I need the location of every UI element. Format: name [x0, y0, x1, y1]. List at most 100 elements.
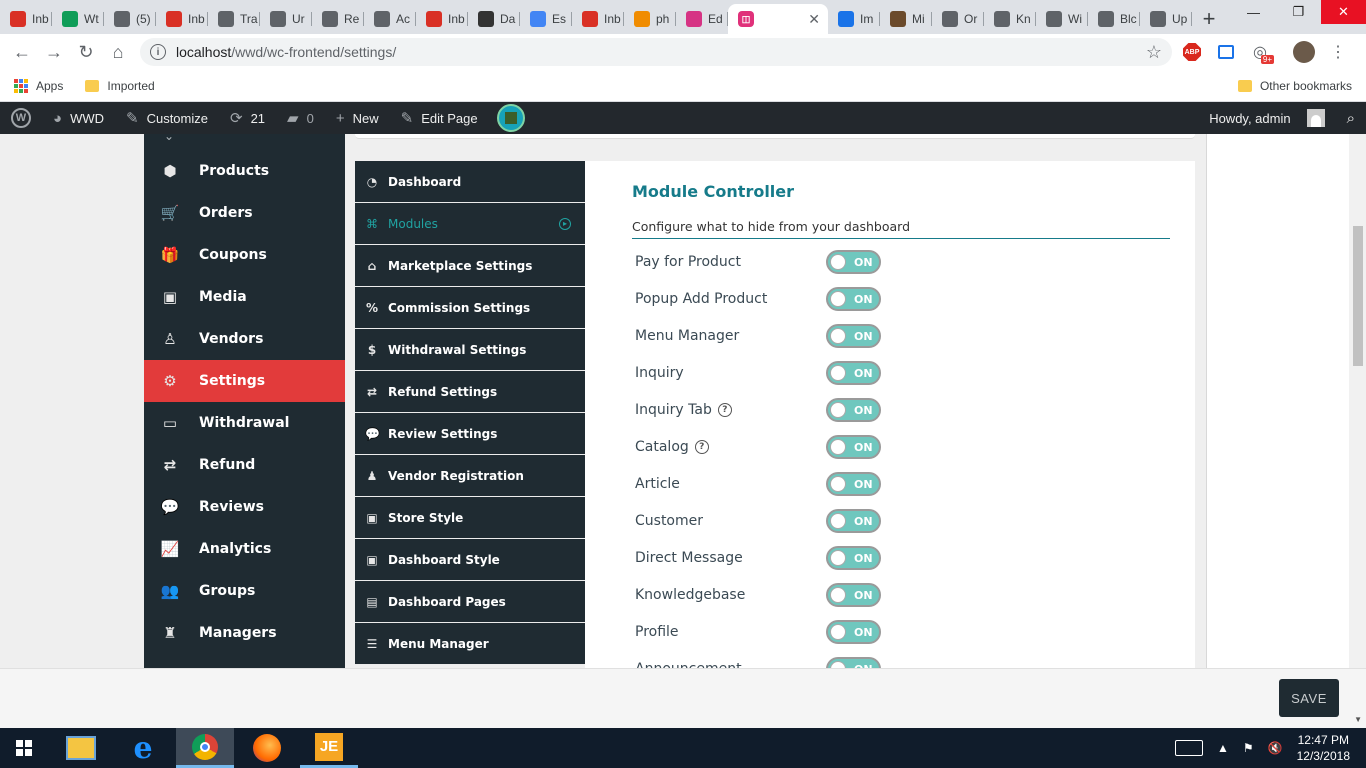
taskbar-file-explorer[interactable]: [52, 728, 110, 768]
tab-tabs-3[interactable]: Inb: [156, 4, 208, 34]
settings-menu-item-dashboard[interactable]: ◔ Dashboard: [355, 161, 585, 203]
close-window-button[interactable]: ✕: [1321, 0, 1366, 24]
save-button[interactable]: SAVE: [1279, 679, 1339, 717]
tab-tabs-6[interactable]: Re: [312, 4, 364, 34]
tab-tabs-2[interactable]: (5): [104, 4, 156, 34]
tab-tabs_after-5[interactable]: Blc: [1088, 4, 1140, 34]
start-button[interactable]: [0, 728, 48, 768]
sidebar-item-vendors[interactable]: ♙ Vendors: [144, 318, 345, 360]
settings-menu-item-dashboard-style[interactable]: ▣ Dashboard Style: [355, 539, 585, 581]
sidebar-item-media[interactable]: ▣ Media: [144, 276, 345, 318]
module-toggle-profile[interactable]: ON: [826, 620, 881, 644]
settings-menu-item-menu-manager[interactable]: ☰ Menu Manager: [355, 623, 585, 665]
profile-avatar[interactable]: [1290, 38, 1318, 66]
adblock-extension[interactable]: ABP: [1178, 38, 1206, 66]
close-tab-icon[interactable]: ✕: [808, 11, 820, 28]
chrome-menu-button[interactable]: ⋮: [1324, 38, 1352, 66]
bookmark-other[interactable]: Other bookmarks: [1237, 79, 1352, 93]
forward-button[interactable]: →: [38, 36, 70, 68]
wp-logo-menu[interactable]: W: [0, 102, 42, 134]
settings-menu-item-refund-settings[interactable]: ⇄ Refund Settings: [355, 371, 585, 413]
tab-tabs-11[interactable]: Inb: [572, 4, 624, 34]
module-toggle-inquiry[interactable]: ON: [826, 361, 881, 385]
tab-tabs_after-0[interactable]: Im: [828, 4, 880, 34]
module-toggle-article[interactable]: ON: [826, 472, 881, 496]
tab-tabs_after-2[interactable]: Or: [932, 4, 984, 34]
address-bar[interactable]: i localhost/wwd/wc-frontend/settings/ ☆: [140, 38, 1172, 66]
tab-tabs-13[interactable]: Ed: [676, 4, 728, 34]
minimize-button[interactable]: —: [1231, 0, 1276, 24]
sidebar-item-analytics[interactable]: 📈 Analytics: [144, 528, 345, 570]
tab-tabs-7[interactable]: Ac: [364, 4, 416, 34]
new-tab-button[interactable]: +: [1192, 4, 1226, 34]
comments-link[interactable]: ▰ 0: [276, 102, 325, 134]
updates-link[interactable]: ⟳ 21: [219, 102, 276, 134]
bookmark-star-icon[interactable]: ☆: [1146, 42, 1162, 63]
restore-button[interactable]: ❐: [1276, 0, 1321, 24]
store-badge-icon[interactable]: [496, 104, 525, 132]
tab-tabs-8[interactable]: Inb: [416, 4, 468, 34]
tray-expand-icon[interactable]: ▲: [1217, 741, 1229, 755]
sidebar-item-withdrawal[interactable]: ▭ Withdrawal: [144, 402, 345, 444]
tab-tabs-4[interactable]: Tra: [208, 4, 260, 34]
taskbar-jedit[interactable]: JE: [300, 728, 358, 768]
settings-menu-item-vendor-registration[interactable]: ♟ Vendor Registration: [355, 455, 585, 497]
page-scrollbar[interactable]: [1349, 134, 1366, 668]
tab-tabs-9[interactable]: Da: [468, 4, 520, 34]
taskbar-chrome[interactable]: [176, 728, 234, 768]
admin-search[interactable]: ⌕: [1336, 102, 1366, 134]
settings-menu-item-review-settings[interactable]: 💬 Review Settings: [355, 413, 585, 455]
tab-active[interactable]: ◫ ✕: [728, 4, 828, 34]
sidebar-item-reviews[interactable]: 💬 Reviews: [144, 486, 345, 528]
sidebar-item-coupons[interactable]: 🎁 Coupons: [144, 234, 345, 276]
settings-menu-item-withdrawal-settings[interactable]: $ Withdrawal Settings: [355, 329, 585, 371]
tab-tabs_after-4[interactable]: Wi: [1036, 4, 1088, 34]
module-toggle-popup-add-product[interactable]: ON: [826, 287, 881, 311]
help-icon[interactable]: ?: [694, 440, 709, 454]
module-toggle-announcement[interactable]: ON: [826, 657, 881, 668]
volume-muted-icon[interactable]: 🔇: [1268, 741, 1283, 755]
new-content-menu[interactable]: + New: [325, 102, 390, 134]
tab-tabs_after-6[interactable]: Up: [1140, 4, 1192, 34]
notify-extension[interactable]: ◎ 9+: [1246, 38, 1274, 66]
bookmark-apps[interactable]: Apps: [14, 78, 63, 93]
screenshot-extension[interactable]: [1212, 38, 1240, 66]
settings-menu-item-marketplace-settings[interactable]: ⌂ Marketplace Settings: [355, 245, 585, 287]
reload-button[interactable]: ↻: [70, 36, 102, 68]
tab-tabs_after-1[interactable]: Mi: [880, 4, 932, 34]
bookmark-imported[interactable]: Imported: [85, 79, 155, 93]
module-toggle-customer[interactable]: ON: [826, 509, 881, 533]
network-icon[interactable]: ⚑: [1243, 741, 1254, 755]
clock[interactable]: 12:47 PM 12/3/2018: [1297, 732, 1350, 764]
tab-tabs_after-3[interactable]: Kn: [984, 4, 1036, 34]
tab-tabs-12[interactable]: ph: [624, 4, 676, 34]
tab-tabs-10[interactable]: Es: [520, 4, 572, 34]
sidebar-item-groups[interactable]: 👥 Groups: [144, 570, 345, 612]
taskbar-edge[interactable]: e: [114, 728, 172, 768]
sidebar-item-products[interactable]: ⬢ Products: [144, 150, 345, 192]
module-toggle-direct-message[interactable]: ON: [826, 546, 881, 570]
sidebar-item-orders[interactable]: 🛒 Orders: [144, 192, 345, 234]
site-info-icon[interactable]: i: [150, 44, 166, 60]
settings-menu-item-store-style[interactable]: ▣ Store Style: [355, 497, 585, 539]
module-toggle-catalog[interactable]: ON: [826, 435, 881, 459]
module-toggle-menu-manager[interactable]: ON: [826, 324, 881, 348]
home-button[interactable]: ⌂: [102, 36, 134, 68]
my-account-menu[interactable]: Howdy, admin: [1198, 102, 1335, 134]
module-toggle-pay-for-product[interactable]: ON: [826, 250, 881, 274]
keyboard-icon[interactable]: [1175, 740, 1203, 756]
tab-tabs-5[interactable]: Ur: [260, 4, 312, 34]
tab-tabs-1[interactable]: Wt: [52, 4, 104, 34]
sidebar-item-refund[interactable]: ⇄ Refund: [144, 444, 345, 486]
settings-menu-item-dashboard-pages[interactable]: ▤ Dashboard Pages: [355, 581, 585, 623]
settings-menu-item-commission-settings[interactable]: % Commission Settings: [355, 287, 585, 329]
settings-menu-item-modules[interactable]: ⌘ Modules ▸: [355, 203, 585, 245]
scroll-down-arrow-icon[interactable]: ▼: [1354, 715, 1362, 724]
back-button[interactable]: ←: [6, 36, 38, 68]
tab-tabs-0[interactable]: Inb: [0, 4, 52, 34]
customize-link[interactable]: ✎ Customize: [115, 102, 219, 134]
edit-page-link[interactable]: ✎ Edit Page: [390, 102, 489, 134]
site-name-menu[interactable]: ◕ WWD: [42, 102, 115, 134]
sidebar-item-managers[interactable]: ♜ Managers: [144, 612, 345, 654]
scrollbar-thumb[interactable]: [1353, 226, 1363, 366]
